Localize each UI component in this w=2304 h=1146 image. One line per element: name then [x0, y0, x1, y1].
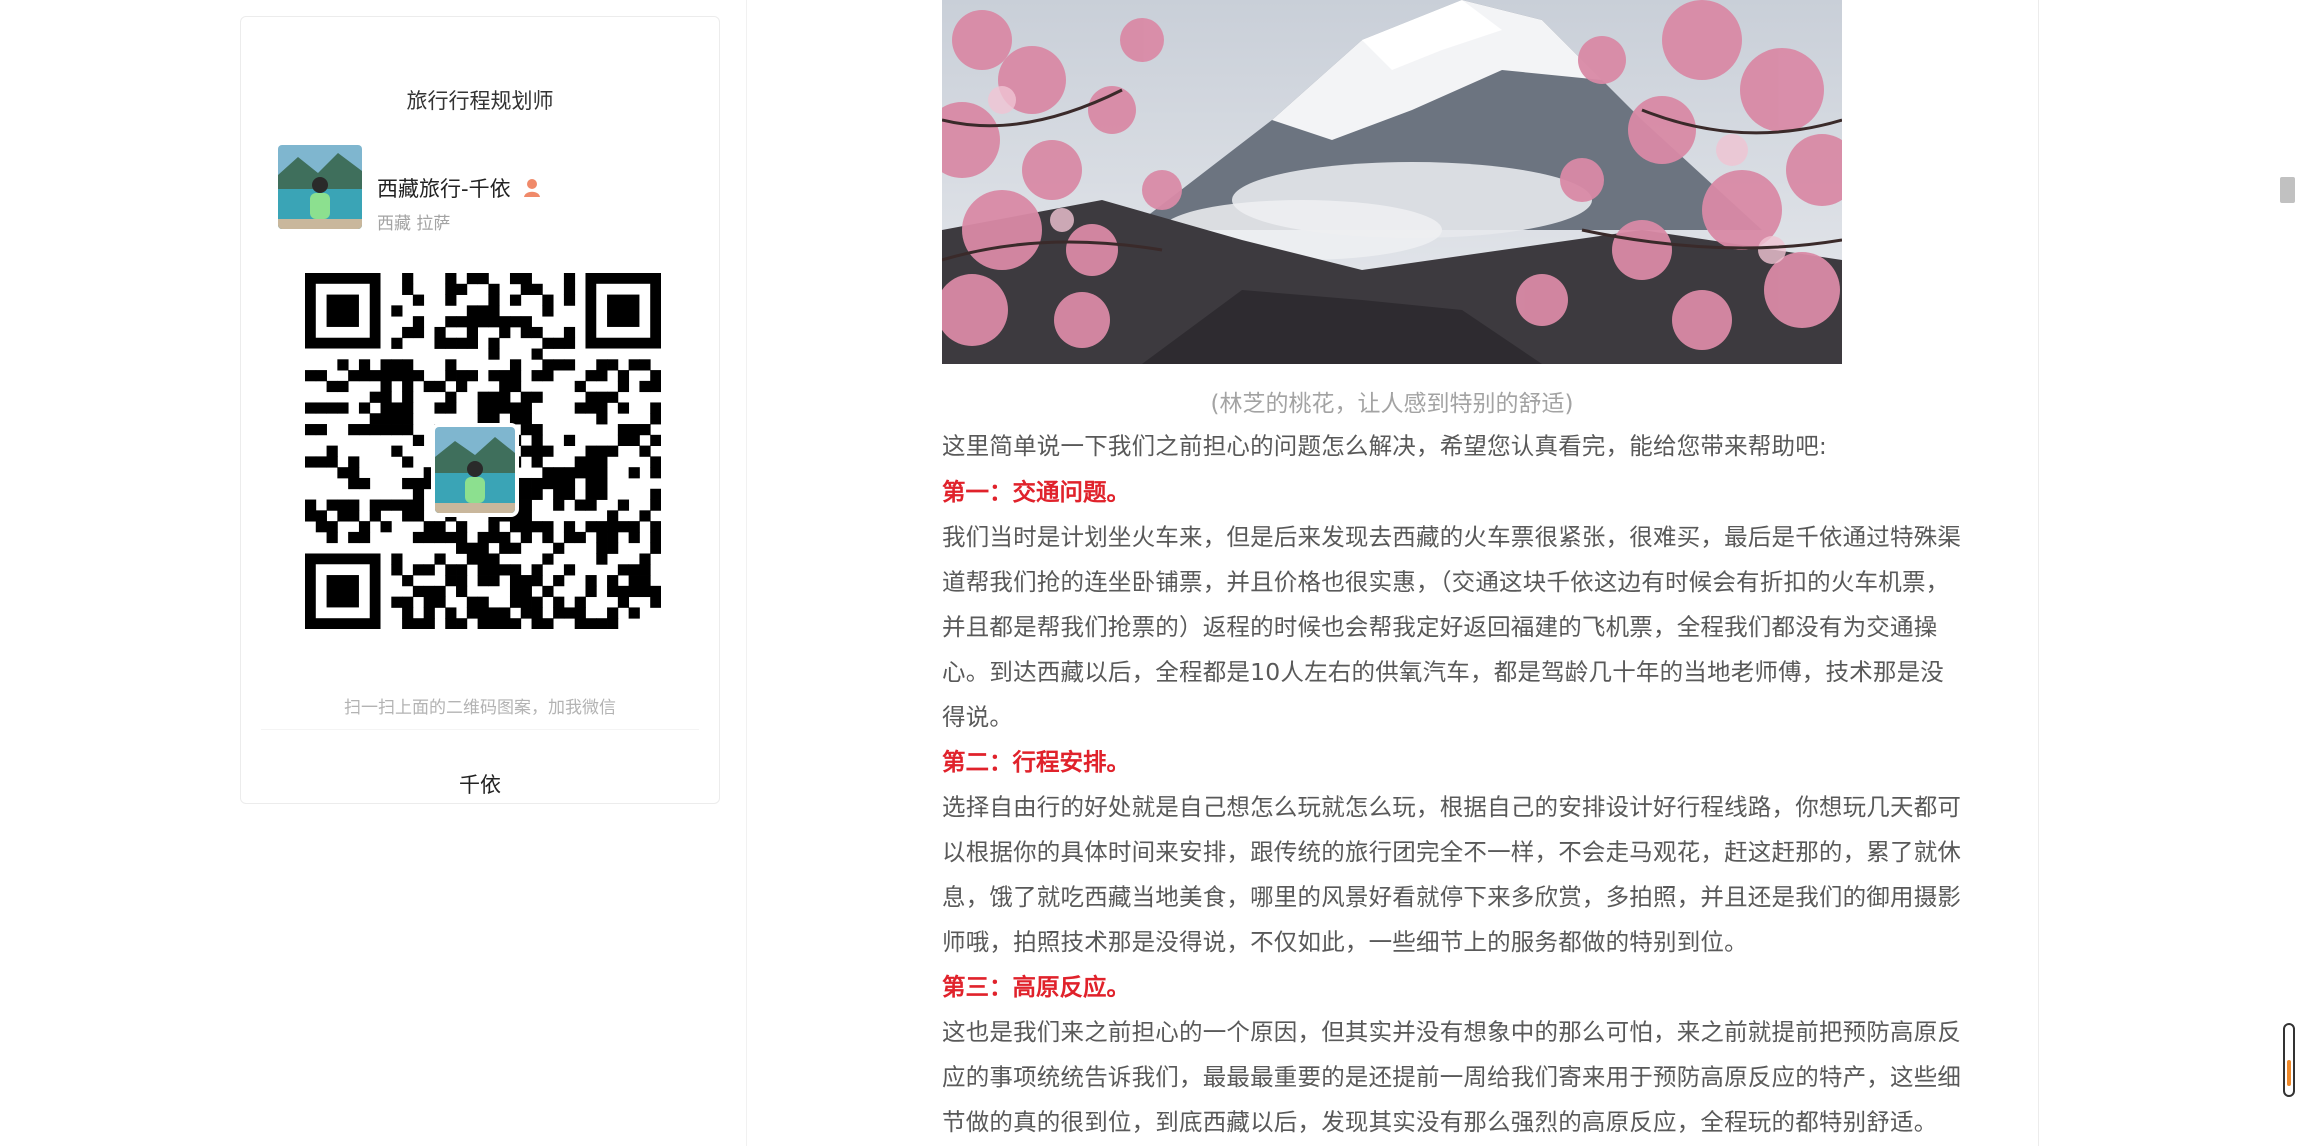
section-line: 以根据你的具体时间来安排，跟传统的旅行团完全不一样，不会走马观花，赶这赶那的，累…: [942, 838, 1962, 866]
intro-paragraph: 这里简单说一下我们之前担心的问题怎么解决，希望您认真看完，能给您带来帮助吧:: [942, 432, 1828, 460]
article-photo: [942, 0, 1842, 364]
section-line: 息，饿了就吃西藏当地美食，哪里的风景好看就停下来多欣赏，多拍照，并且还是我们的御…: [942, 883, 1962, 911]
profile-name[interactable]: 西藏旅行-千依: [377, 173, 541, 203]
divider: [261, 729, 699, 730]
card-title: 旅行行程规划师: [406, 89, 554, 113]
section-line: 这也是我们来之前担心的一个原因，但其实并没有想象中的那么可怕，来之前就提前把预防…: [942, 1018, 1962, 1046]
section-heading-transport: 第一：交通问题。: [942, 478, 1130, 506]
avatar[interactable]: [278, 145, 362, 229]
section-line: 得说。: [942, 703, 1014, 731]
wechat-qr-code: [305, 273, 662, 645]
section-line: 心。到达西藏以后，全程都是10人左右的供氧汽车，都是驾龄几十年的当地老师傅，技术…: [942, 658, 1945, 686]
photo-caption: (林芝的桃花，让人感到特别的舒适): [1210, 391, 1574, 417]
section-line: 师哦，拍照技术那是没得说，不仅如此，一些细节上的服务都做的特别到位。: [942, 928, 1748, 956]
section-line: 道帮我们抢的连坐卧铺票，并且价格也很实惠，（交通这块千依这边有时候会有折扣的火车…: [942, 568, 1950, 596]
qr-center-avatar: [431, 423, 519, 517]
person-emoji-icon: [523, 178, 541, 203]
profile-location: 西藏 拉萨: [377, 214, 451, 234]
section-line: 节做的真的很到位，到底西藏以后，发现其实没有那么强烈的高原反应，全程玩的都特别舒…: [942, 1108, 1938, 1136]
scrollbar-thumb[interactable]: [2280, 177, 2295, 203]
section-line: 并且都是帮我们抢票的）返程的时候也会帮我定好返回福建的飞机票，全程我们都没有为交…: [942, 613, 1938, 641]
footer-name: 千依: [459, 773, 501, 797]
section-heading-altitude: 第三：高原反应。: [942, 973, 1130, 1001]
page-right-border: [2038, 0, 2039, 1146]
author-card: 旅行行程规划师 西藏旅行-千依 西藏 拉萨 扫一扫上面的二维码图案，加我微信 千…: [240, 16, 720, 804]
scroll-indicator-icon[interactable]: [2282, 1020, 2296, 1100]
scan-hint: 扫一扫上面的二维码图案，加我微信: [344, 698, 616, 718]
section-line: 应的事项统统告诉我们，最最最重要的是还提前一周给我们寄来用于预防高原反应的特产，…: [942, 1063, 1962, 1091]
section-line: 选择自由行的好处就是自己想怎么玩就怎么玩，根据自己的安排设计好行程线路，你想玩几…: [942, 793, 1962, 821]
section-line: 我们当时是计划坐火车来，但是后来发现去西藏的火车票很紧张，很难买，最后是千依通过…: [942, 523, 1962, 551]
section-heading-itinerary: 第二：行程安排。: [942, 748, 1130, 776]
content-divider: [746, 0, 747, 1146]
